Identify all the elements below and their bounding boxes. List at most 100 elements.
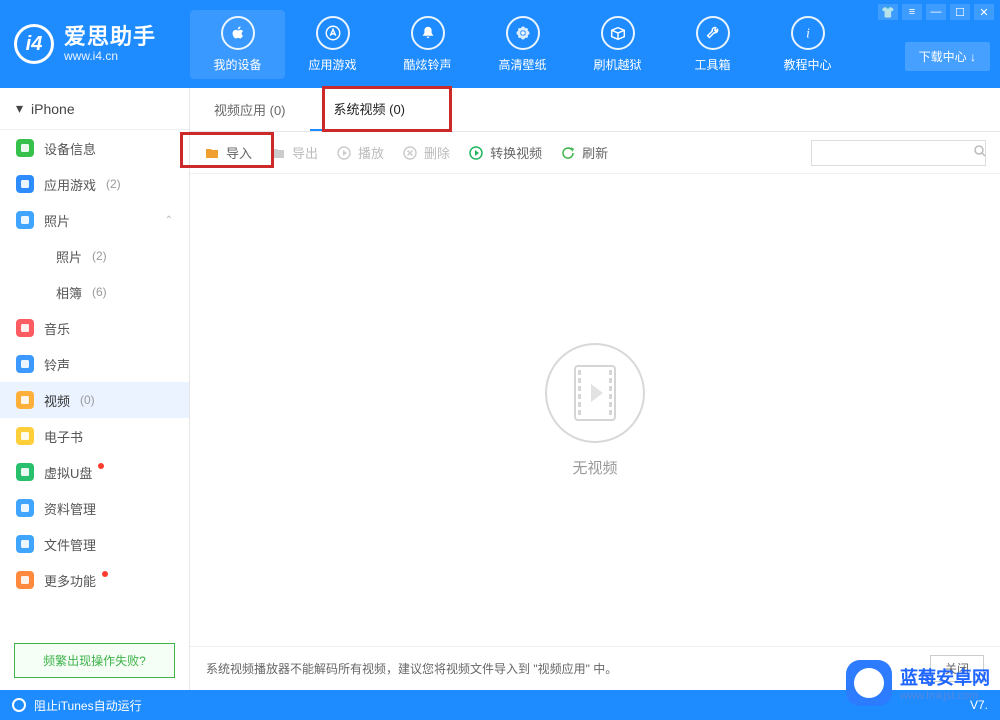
window-controls: 👕 ≡ — ☐ ✕ [878,4,994,20]
sidebar-item-4[interactable]: 相簿 (6) [0,274,189,310]
topnav-label: 教程中心 [760,56,855,73]
export-icon [270,145,286,161]
topnav-label: 高清壁纸 [475,56,570,73]
export-button[interactable]: 导出 [270,143,318,162]
play-icon [336,145,352,161]
help-link[interactable]: 频繁出现操作失败? [14,643,175,678]
topnav-label: 我的设备 [190,56,285,73]
sidebar-item-8[interactable]: 电子书 [0,418,189,454]
sidebar-item-count: (0) [80,393,95,407]
notification-dot-icon [98,463,104,469]
sidebar-item-12[interactable]: 更多功能 [0,562,189,598]
refresh-button[interactable]: 刷新 [560,143,608,162]
sidebar-item-9[interactable]: 虚拟U盘 [0,454,189,490]
sidebar-item-icon [16,391,34,409]
sidebar-item-icon [16,139,34,157]
topnav-appstore[interactable]: 应用游戏 [285,10,380,79]
convert-button[interactable]: 转换视频 [468,143,542,162]
convert-icon [468,145,484,161]
topnav-flower[interactable]: 高清壁纸 [475,10,570,79]
sidebar-item-11[interactable]: 文件管理 [0,526,189,562]
sidebar-item-3[interactable]: 照片 (2) [0,238,189,274]
sidebar-item-7[interactable]: 视频 (0) [0,382,189,418]
apple-icon [221,16,255,50]
svg-text:i: i [806,25,810,40]
brand-url: www.i4.cn [64,50,156,64]
empty-state: 无视频 [190,174,1000,646]
topnav-wrench[interactable]: 工具箱 [665,10,760,79]
device-selector[interactable]: ▾ iPhone [0,88,189,130]
topnav-box[interactable]: 刷机越狱 [570,10,665,79]
search-input[interactable] [811,140,986,166]
sidebar-item-label: 照片 [56,247,82,266]
sidebar-item-icon [16,535,34,553]
topnav-bell[interactable]: 酷炫铃声 [380,10,475,79]
sidebar-item-icon [16,355,34,373]
close-button[interactable]: ✕ [974,4,994,20]
refresh-icon [560,145,576,161]
sidebar-item-icon [16,499,34,517]
box-icon [601,16,635,50]
sidebar-item-count: (2) [106,177,121,191]
bell-icon [411,16,445,50]
sidebar-item-label: 音乐 [44,319,70,338]
play-button[interactable]: 播放 [336,143,384,162]
menu-button[interactable]: ≡ [902,4,922,20]
topnav-apple[interactable]: 我的设备 [190,10,285,79]
chevron-icon: ⌃ [165,215,173,226]
topnav-info[interactable]: i 教程中心 [760,10,855,79]
import-icon [204,145,220,161]
brand-logo-icon: i4 [14,24,54,64]
sidebar-item-icon [16,427,34,445]
sidebar-item-0[interactable]: 设备信息 [0,130,189,166]
sidebar-item-2[interactable]: 照片 ⌃ [0,202,189,238]
sidebar-item-6[interactable]: 铃声 [0,346,189,382]
chevron-down-icon: ▾ [16,100,23,117]
empty-text: 无视频 [572,457,617,478]
minimize-button[interactable]: — [926,4,946,20]
sidebar-item-label: 照片 [44,211,70,230]
delete-icon [402,145,418,161]
sidebar-item-icon [16,175,34,193]
sidebar-item-icon [16,211,34,229]
tab-bar: 视频应用 (0)系统视频 (0) [190,88,1000,132]
topnav-label: 工具箱 [665,56,760,73]
main-pane: 视频应用 (0)系统视频 (0) 导入 导出 [190,88,1000,690]
skin-button[interactable]: 👕 [878,4,898,20]
import-button[interactable]: 导入 [204,143,252,162]
download-center-button[interactable]: 下载中心 ↓ [905,42,990,71]
itunes-block-toggle[interactable]: 阻止iTunes自动运行 [34,697,142,714]
sidebar-item-label: 虚拟U盘 [44,463,92,482]
sidebar-item-label: 文件管理 [44,535,96,554]
sidebar-item-icon [16,463,34,481]
topnav-label: 应用游戏 [285,56,380,73]
sidebar-item-label: 更多功能 [44,571,96,590]
device-name: iPhone [31,101,75,117]
sidebar-item-count: (2) [92,249,107,263]
tab-1[interactable]: 系统视频 (0) [310,88,430,131]
film-reel-icon [545,343,645,443]
sidebar-item-label: 应用游戏 [44,175,96,194]
sidebar: ▾ iPhone 设备信息应用游戏 (2)照片⌃照片 (2)相簿 (6)音乐铃声… [0,88,190,690]
tab-0[interactable]: 视频应用 (0) [190,88,310,131]
sidebar-item-5[interactable]: 音乐 [0,310,189,346]
watermark-icon [846,660,892,706]
sidebar-item-label: 电子书 [44,427,83,446]
delete-button[interactable]: 删除 [402,143,450,162]
appstore-icon [316,16,350,50]
sidebar-item-count: (6) [92,285,107,299]
notification-dot-icon [102,571,108,577]
toolbar: 导入 导出 播放 删除 [190,132,1000,174]
sidebar-item-1[interactable]: 应用游戏 (2) [0,166,189,202]
search-field[interactable] [818,146,973,160]
sidebar-item-label: 设备信息 [44,139,96,158]
sidebar-item-10[interactable]: 资料管理 [0,490,189,526]
sidebar-item-icon [16,319,34,337]
topnav-label: 酷炫铃声 [380,56,475,73]
sidebar-item-label: 视频 [44,391,70,410]
brand-name: 爱思助手 [64,24,156,49]
sidebar-item-label: 铃声 [44,355,70,374]
maximize-button[interactable]: ☐ [950,4,970,20]
sidebar-item-label: 资料管理 [44,499,96,518]
watermark-sub: www.lmkjst.com [900,690,990,702]
